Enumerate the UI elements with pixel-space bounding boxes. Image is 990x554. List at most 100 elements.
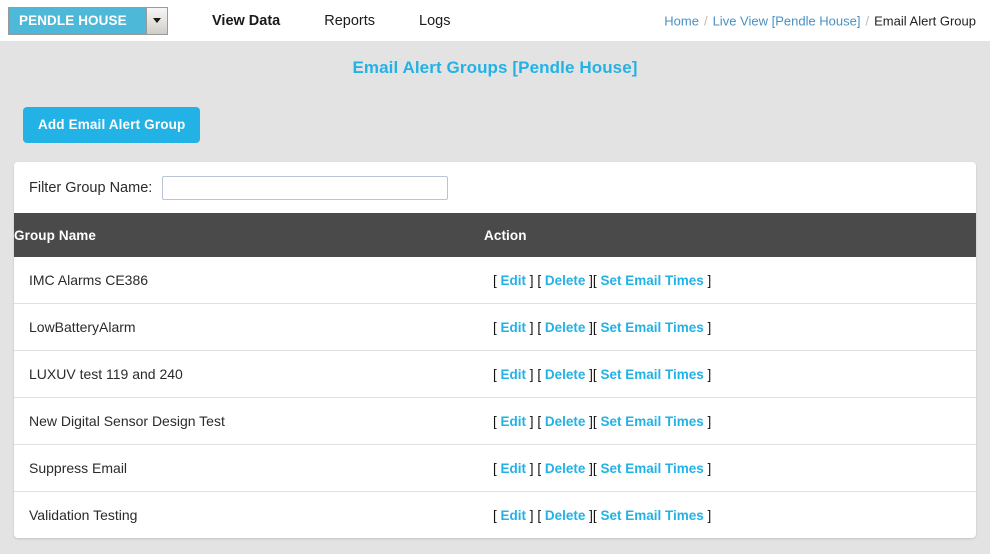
top-bar: PENDLE HOUSE View Data Reports Logs Home… xyxy=(0,0,990,41)
delete-link[interactable]: Delete xyxy=(545,273,586,288)
table-row: Validation Testing[ Edit ] [ Delete ][ S… xyxy=(14,492,976,539)
cell-group-name: IMC Alarms CE386 xyxy=(14,257,484,304)
nav-item-view-data[interactable]: View Data xyxy=(190,13,302,29)
bracket-open-2: [ xyxy=(537,367,542,382)
action-links: [ Edit ] [ Delete ][ Set Email Times ] xyxy=(493,367,711,382)
bracket-open-2: [ xyxy=(537,273,542,288)
bracket-open-3: [ xyxy=(592,461,597,476)
bracket-open-3: [ xyxy=(592,367,597,382)
cell-group-name: LowBatteryAlarm xyxy=(14,303,484,351)
cell-action: [ Edit ] [ Delete ][ Set Email Times ] xyxy=(484,257,976,304)
delete-link[interactable]: Delete xyxy=(545,367,586,382)
toolbar: Add Email Alert Group xyxy=(14,107,976,143)
edit-link[interactable]: Edit xyxy=(501,273,527,288)
table-row: LowBatteryAlarm[ Edit ] [ Delete ][ Set … xyxy=(14,303,976,351)
page-title: Email Alert Groups [Pendle House] xyxy=(352,58,638,77)
bracket-close-1: ] xyxy=(529,320,534,335)
set-email-times-link[interactable]: Set Email Times xyxy=(600,414,703,429)
table-row: IMC Alarms CE386[ Edit ] [ Delete ][ Set… xyxy=(14,257,976,304)
cell-action: [ Edit ] [ Delete ][ Set Email Times ] xyxy=(484,492,976,539)
breadcrumb-home[interactable]: Home xyxy=(664,13,699,28)
edit-link[interactable]: Edit xyxy=(501,320,527,335)
chevron-down-icon[interactable] xyxy=(146,7,167,34)
breadcrumb-live-view[interactable]: Live View [Pendle House] xyxy=(713,13,861,28)
bracket-open-2: [ xyxy=(537,461,542,476)
bracket-close-3: ] xyxy=(707,461,712,476)
edit-link[interactable]: Edit xyxy=(501,508,527,523)
bracket-open-3: [ xyxy=(592,508,597,523)
cell-action: [ Edit ] [ Delete ][ Set Email Times ] xyxy=(484,350,976,398)
cell-group-name: LUXUV test 119 and 240 xyxy=(14,350,484,398)
bracket-open-1: [ xyxy=(493,508,497,523)
bracket-open-1: [ xyxy=(493,320,497,335)
set-email-times-link[interactable]: Set Email Times xyxy=(600,508,703,523)
action-links: [ Edit ] [ Delete ][ Set Email Times ] xyxy=(493,461,711,476)
delete-link[interactable]: Delete xyxy=(545,414,586,429)
breadcrumb: Home / Live View [Pendle House] / Email Aler… xyxy=(664,13,976,28)
site-selector[interactable]: PENDLE HOUSE xyxy=(8,6,168,35)
bracket-open-1: [ xyxy=(493,273,497,288)
add-email-alert-group-button[interactable]: Add Email Alert Group xyxy=(23,107,201,143)
cell-action: [ Edit ] [ Delete ][ Set Email Times ] xyxy=(484,303,976,351)
main-nav: View Data Reports Logs xyxy=(190,13,472,29)
bracket-close-3: ] xyxy=(707,320,712,335)
bracket-open-1: [ xyxy=(493,367,497,382)
email-alert-groups-card: Filter Group Name: Group Name Action IMC… xyxy=(14,162,976,538)
bracket-open-3: [ xyxy=(592,273,597,288)
bracket-open-1: [ xyxy=(493,461,497,476)
delete-link[interactable]: Delete xyxy=(545,508,586,523)
bracket-close-1: ] xyxy=(529,367,534,382)
set-email-times-link[interactable]: Set Email Times xyxy=(600,461,703,476)
action-links: [ Edit ] [ Delete ][ Set Email Times ] xyxy=(493,320,711,335)
bracket-close-3: ] xyxy=(707,414,712,429)
filter-row: Filter Group Name: xyxy=(14,162,976,213)
bracket-open-2: [ xyxy=(537,320,542,335)
breadcrumb-separator-1: / xyxy=(703,13,708,28)
bracket-open-1: [ xyxy=(493,414,497,429)
email-alert-groups-table: Group Name Action IMC Alarms CE386 [ Edit… xyxy=(14,213,976,538)
delete-link[interactable]: Delete xyxy=(545,320,586,335)
bracket-close-1: ] xyxy=(529,414,534,429)
site-selector-value: PENDLE HOUSE xyxy=(19,13,127,28)
table-row: New Digital Sensor Design Test [ Edit ] [… xyxy=(14,397,976,445)
delete-link[interactable]: Delete xyxy=(545,461,586,476)
bracket-open-2: [ xyxy=(537,414,542,429)
table-row: Suppress Email[ Edit ] [ Delete ][ Set E… xyxy=(14,444,976,492)
table-header-row: Group Name Action xyxy=(14,213,976,257)
set-email-times-link[interactable]: Set Email Times xyxy=(600,273,703,288)
set-email-times-link[interactable]: Set Email Times xyxy=(600,320,703,335)
breadcrumb-separator-2: / xyxy=(865,13,870,28)
cell-group-name: New Digital Sensor Design Test xyxy=(14,397,484,445)
column-header-action: Action xyxy=(484,213,976,257)
bracket-close-1: ] xyxy=(529,273,534,288)
page-content: Email Alert Groups [Pendle House] Add Em… xyxy=(0,58,990,538)
bracket-close-3: ] xyxy=(707,367,712,382)
cell-group-name: Suppress Email xyxy=(14,444,484,492)
table-body: IMC Alarms CE386[ Edit ] [ Delete ][ Set… xyxy=(14,257,976,538)
bracket-open-2: [ xyxy=(537,508,542,523)
nav-item-reports[interactable]: Reports xyxy=(302,13,397,29)
bracket-close-3: ] xyxy=(707,273,712,288)
filter-group-name-input[interactable] xyxy=(162,176,449,200)
table-row: LUXUV test 119 and 240 [ Edit ] [ Delete … xyxy=(14,350,976,398)
bracket-open-3: [ xyxy=(592,320,597,335)
filter-group-name-label: Filter Group Name: xyxy=(29,180,153,196)
action-links: [ Edit ] [ Delete ][ Set Email Times ] xyxy=(493,273,711,288)
bracket-close-1: ] xyxy=(529,508,534,523)
action-links: [ Edit ] [ Delete ][ Set Email Times ] xyxy=(493,508,711,523)
cell-action: [ Edit ] [ Delete ][ Set Email Times ] xyxy=(484,397,976,445)
breadcrumb-current: Email Alert Group xyxy=(874,13,976,28)
edit-link[interactable]: Edit xyxy=(501,414,527,429)
set-email-times-link[interactable]: Set Email Times xyxy=(600,367,703,382)
bracket-close-3: ] xyxy=(707,508,712,523)
bracket-close-1: ] xyxy=(529,461,534,476)
cell-group-name: Validation Testing xyxy=(29,507,138,523)
action-links: [ Edit ] [ Delete ][ Set Email Times ] xyxy=(493,414,711,429)
cell-action: [ Edit ] [ Delete ][ Set Email Times ] xyxy=(484,444,976,492)
edit-link[interactable]: Edit xyxy=(501,461,527,476)
column-header-group-name: Group Name xyxy=(14,213,484,257)
bracket-open-3: [ xyxy=(592,414,597,429)
table-header: Group Name Action xyxy=(14,213,976,257)
nav-item-logs[interactable]: Logs xyxy=(397,13,472,29)
edit-link[interactable]: Edit xyxy=(501,367,527,382)
